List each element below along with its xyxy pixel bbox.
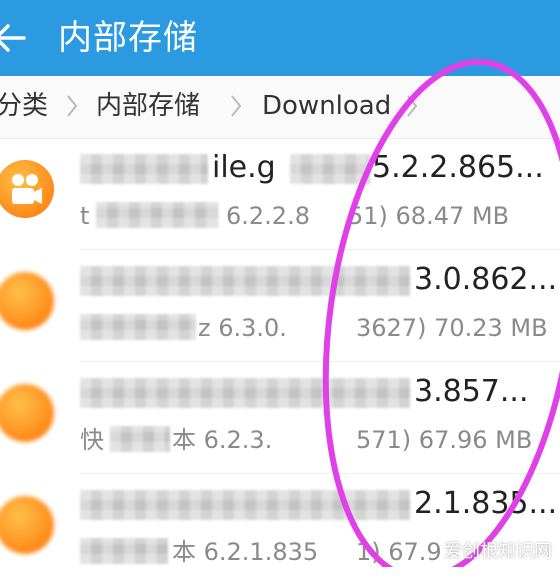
list-item[interactable]: 3.857... 快 本 6.2.3. 571) 67.96 MB (0, 362, 560, 474)
file-version: z 6.3.0. (198, 314, 287, 342)
file-version: 6.2.2.8 (226, 202, 310, 230)
file-size: 571) 67.96 MB (356, 426, 533, 454)
blurred-text (80, 490, 410, 520)
watermark: 爱创根知识网 (444, 541, 552, 562)
blurred-text (80, 314, 196, 340)
blurred-text (110, 426, 170, 452)
breadcrumb-item-download[interactable]: Download (262, 88, 391, 124)
file-name-version: 5.2.2.865... (372, 150, 544, 185)
breadcrumb: 分类 内部存储 Download (0, 76, 560, 139)
blurred-text (80, 378, 410, 408)
file-list: ile.g 5.2.2.865... t 6.2.2.8 51) 68.47 M… (0, 138, 560, 567)
blurred-text (96, 202, 218, 228)
file-name: ile.g (212, 150, 276, 185)
page-title: 内部存储 (58, 18, 198, 58)
file-size: 51) 68.47 MB (348, 202, 510, 230)
file-name-version: 3.0.862... (414, 262, 558, 297)
file-size: 1) 67.9 (356, 538, 442, 566)
app-bar: 内部存储 (0, 0, 560, 76)
list-item[interactable]: ile.g 5.2.2.865... t 6.2.2.8 51) 68.47 M… (0, 138, 560, 250)
file-label: 快 (80, 426, 104, 454)
app-icon (0, 496, 54, 554)
file-size: 3627) 70.23 MB (356, 314, 548, 342)
breadcrumb-item-internal-storage[interactable]: 内部存储 (96, 88, 200, 124)
file-name-version: 3.857... (414, 374, 529, 409)
list-item[interactable]: 2.1.835... 本 6.2.1.835 1) 67.9 (0, 474, 560, 586)
blurred-text (80, 538, 168, 564)
list-item[interactable]: 3.0.862... z 6.3.0. 3627) 70.23 MB (0, 250, 560, 362)
file-name-version: 2.1.835... (414, 486, 558, 521)
file-version: 本 6.2.3. (172, 426, 273, 454)
chevron-right-icon (407, 95, 418, 117)
blurred-text (80, 154, 208, 184)
file-version: 本 6.2.1.835 (172, 538, 319, 566)
app-icon (0, 160, 54, 218)
video-camera-icon (12, 174, 42, 204)
chevron-right-icon (231, 95, 242, 117)
blurred-text (290, 154, 370, 184)
breadcrumb-item-category[interactable]: 分类 (0, 88, 48, 124)
file-label: t (80, 202, 90, 230)
app-icon (0, 384, 54, 442)
app-icon (0, 272, 54, 330)
back-arrow-icon[interactable] (0, 14, 34, 62)
chevron-right-icon (67, 95, 78, 117)
blurred-text (80, 266, 410, 296)
